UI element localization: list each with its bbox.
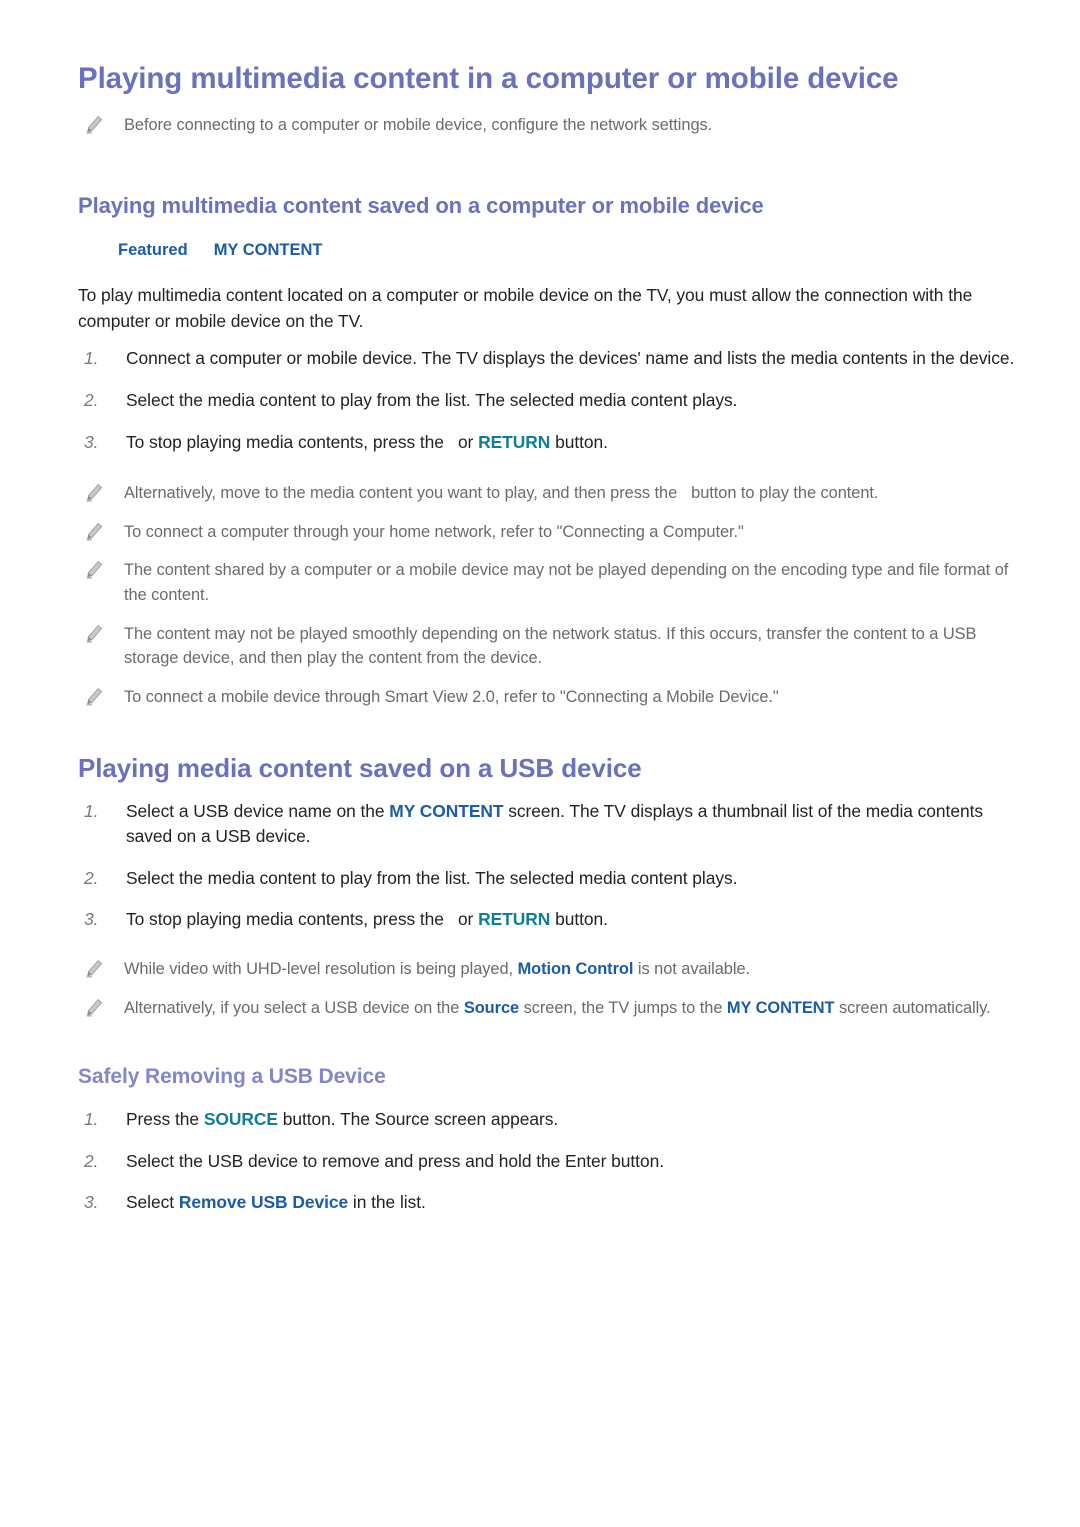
step-number: 1. <box>84 800 99 821</box>
breadcrumb: Featured MY CONTENT <box>78 240 1018 261</box>
note-item: To connect a mobile device through Smart… <box>78 685 1018 710</box>
key-return[interactable]: RETURN <box>478 432 550 452</box>
key-source-button[interactable]: SOURCE <box>204 1109 278 1129</box>
list-item: 3. Select Remove USB Device in the list. <box>78 1190 1018 1216</box>
note-text: The content may not be played smoothly d… <box>124 624 977 668</box>
list-item: 1. Connect a computer or mobile device. … <box>78 346 1018 372</box>
step-text-post: button. <box>555 431 608 452</box>
section-subtitle-multimedia: Playing multimedia content saved on a co… <box>78 193 764 219</box>
note-item: The content shared by a computer or a mo… <box>78 558 1018 607</box>
pencil-icon <box>86 522 103 541</box>
note-item: Alternatively, move to the media content… <box>78 481 1018 506</box>
note-text-pre: While video with UHD-level resolution is… <box>124 959 514 978</box>
intro-note-list: Before connecting to a computer or mobil… <box>78 113 1018 138</box>
list-item: 3. To stop playing media contents, press… <box>78 430 1018 456</box>
step-text-post: in the list. <box>352 1192 426 1213</box>
pencil-icon <box>86 115 103 134</box>
step-number: 3. <box>84 909 99 930</box>
note-text: To connect a computer through your home … <box>124 522 744 541</box>
note-text: Before connecting to a computer or mobil… <box>124 115 713 134</box>
list-item: 3. To stop playing media contents, press… <box>78 907 1018 933</box>
step-text-post: button. The Source screen appears. <box>282 1109 559 1130</box>
list-item: 2. Select the media content to play from… <box>78 388 1018 414</box>
steps-list-usb: 1. Select a USB device name on the MY CO… <box>78 799 1018 933</box>
note-text: The content shared by a computer or a mo… <box>124 561 1009 604</box>
note-text-post: button to play the content. <box>691 484 879 503</box>
key-my-content[interactable]: MY CONTENT <box>389 801 503 821</box>
step-text: Select the media content to play from th… <box>126 867 738 888</box>
note-item: The content may not be played smoothly d… <box>78 622 1018 671</box>
step-number: 1. <box>84 1109 99 1130</box>
steps-list-safely-removing: 1. Press the SOURCE button. The Source s… <box>78 1107 1018 1216</box>
step-text-pre: To stop playing media contents, press th… <box>126 909 444 930</box>
note-item: Alternatively, if you select a USB devic… <box>78 996 1018 1021</box>
pencil-icon <box>86 959 103 978</box>
key-source[interactable]: Source <box>464 999 519 1017</box>
step-text: Select the media content to play from th… <box>126 389 738 410</box>
pencil-icon <box>86 624 103 643</box>
notes-list-usb: While video with UHD-level resolution is… <box>78 957 1018 1020</box>
step-number: 2. <box>84 867 99 888</box>
breadcrumb-item-featured[interactable]: Featured <box>118 241 188 259</box>
list-item: 1. Select a USB device name on the MY CO… <box>78 799 1018 850</box>
note-item: To connect a computer through your home … <box>78 520 1018 545</box>
step-number: 2. <box>84 389 99 410</box>
notes-list-multimedia: Alternatively, move to the media content… <box>78 481 1018 709</box>
pencil-icon <box>86 484 103 502</box>
key-my-content[interactable]: MY CONTENT <box>727 999 835 1017</box>
note-text-post: screen automatically. <box>838 998 991 1017</box>
intro-paragraph: To play multimedia content located on a … <box>78 285 973 331</box>
step-text: Connect a computer or mobile device. The… <box>126 348 1015 369</box>
step-text-mid: or <box>457 431 474 452</box>
note-text-post: is not available. <box>637 959 751 978</box>
step-text-post: button. <box>555 909 608 930</box>
list-item: 2. Select the USB device to remove and p… <box>78 1149 1018 1175</box>
list-item: 1. Press the SOURCE button. The Source s… <box>78 1107 1018 1133</box>
step-number: 1. <box>84 348 99 369</box>
step-text-pre: Select a USB device name on the <box>126 800 385 821</box>
step-number: 3. <box>84 431 99 452</box>
step-number: 2. <box>84 1150 99 1171</box>
note-text: To connect a mobile device through Smart… <box>124 687 779 706</box>
section-title-safely-removing: Safely Removing a USB Device <box>78 1065 386 1089</box>
step-text: Select the USB device to remove and pres… <box>126 1150 664 1171</box>
note-text-pre: Alternatively, move to the media content… <box>124 484 678 503</box>
note-item: Before connecting to a computer or mobil… <box>78 113 1018 138</box>
pencil-icon <box>86 998 103 1017</box>
key-return[interactable]: RETURN <box>478 909 550 929</box>
note-text-mid: screen, the TV jumps to the <box>523 998 723 1017</box>
step-text-pre: Select <box>126 1192 175 1213</box>
key-motion-control[interactable]: Motion Control <box>518 960 634 978</box>
pencil-icon <box>86 561 103 579</box>
step-number: 3. <box>84 1192 99 1213</box>
key-remove-usb-device[interactable]: Remove USB Device <box>179 1192 348 1212</box>
page-title: Playing multimedia content in a computer… <box>78 62 899 95</box>
pencil-icon <box>86 687 103 706</box>
steps-list-multimedia: 1. Connect a computer or mobile device. … <box>78 346 1018 455</box>
step-text-pre: Press the <box>126 1109 200 1130</box>
note-item: While video with UHD-level resolution is… <box>78 957 1018 982</box>
step-text-pre: To stop playing media contents, press th… <box>126 431 444 452</box>
breadcrumb-item-my-content[interactable]: MY CONTENT <box>214 241 323 259</box>
document-page: Playing multimedia content in a computer… <box>0 0 1080 1527</box>
list-item: 2. Select the media content to play from… <box>78 866 1018 892</box>
step-text-mid: or <box>457 909 474 930</box>
section-title-usb: Playing media content saved on a USB dev… <box>78 753 642 784</box>
note-text-pre: Alternatively, if you select a USB devic… <box>124 998 460 1017</box>
